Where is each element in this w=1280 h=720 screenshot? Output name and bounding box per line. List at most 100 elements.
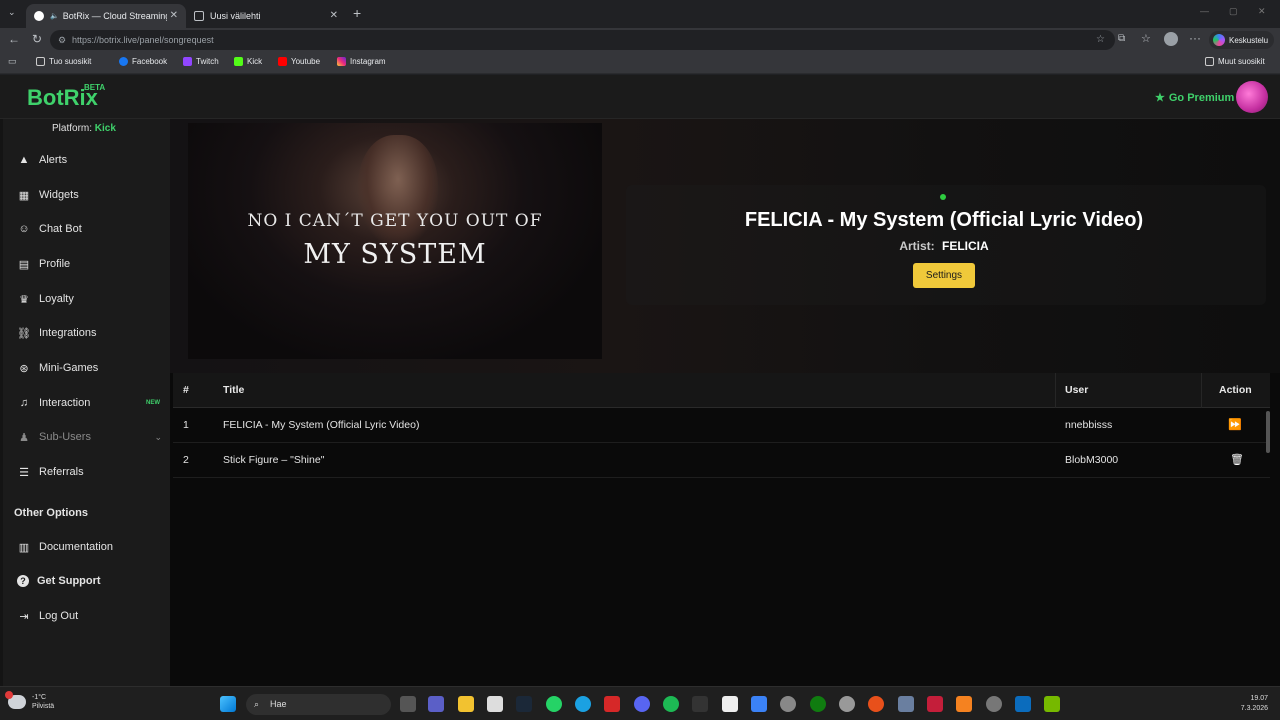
beta-badge: BETA: [84, 83, 106, 92]
app-blue-icon[interactable]: [1015, 696, 1031, 712]
github-icon[interactable]: [692, 696, 708, 712]
sidebar-item-integrations[interactable]: ⛓ Integrations: [3, 318, 170, 348]
menu-icon[interactable]: ···: [1189, 31, 1201, 45]
new-badge: NEW: [146, 400, 160, 406]
taskbar-search[interactable]: ⌕ Hae: [246, 694, 391, 715]
platform-indicator: Platform: Kick: [52, 123, 116, 134]
sidebar-item-documentation[interactable]: ▥ Documentation: [3, 532, 170, 562]
vlc-icon[interactable]: [956, 696, 972, 712]
whatsapp-icon[interactable]: [546, 696, 562, 712]
table-row: 2 Stick Figure – "Shine" BlobM3000 🗑: [173, 443, 1270, 478]
book-icon: ▥: [18, 541, 30, 554]
app-l-icon[interactable]: [604, 696, 620, 712]
artist-line: Artist: FELICIA: [626, 239, 1262, 253]
minimize-icon[interactable]: —: [1200, 6, 1209, 16]
tab-list-icon[interactable]: ⌄: [8, 7, 16, 18]
gamepad-icon: ⊛: [19, 362, 29, 375]
xbox-icon[interactable]: [810, 696, 826, 712]
system-clock[interactable]: 19.07 7.3.2026: [1234, 694, 1268, 714]
bookmark-twitch[interactable]: Twitch: [183, 57, 219, 66]
sidebar-item-sub-users[interactable]: ♟ Sub-Users ⌄: [3, 422, 170, 452]
column-header-user: User: [1065, 384, 1089, 396]
steelseries-icon[interactable]: [986, 696, 1002, 712]
cloud-icon: [5, 691, 26, 709]
edge-icon[interactable]: [575, 696, 591, 712]
url-field[interactable]: ⚙ https://botrix.live/panel/songrequest …: [50, 30, 1115, 50]
steam-icon[interactable]: [516, 696, 532, 712]
settings-gear-icon[interactable]: [780, 696, 796, 712]
bookmark-facebook[interactable]: Facebook: [119, 57, 167, 66]
scrollbar[interactable]: [1266, 411, 1270, 453]
skip-forward-icon[interactable]: ⏩: [1228, 418, 1242, 431]
mail-icon[interactable]: [751, 696, 767, 712]
top-navbar: BotRix BETA ★ Go Premium: [0, 75, 1280, 119]
chevron-down-icon: ⌄: [154, 431, 162, 442]
settings-button[interactable]: Settings: [913, 263, 975, 288]
bookmark-other[interactable]: Muut suosikit: [1205, 57, 1265, 66]
video-player[interactable]: NO I CAN´T GET YOU OUT OF MY SYSTEM: [188, 123, 602, 359]
trash-icon[interactable]: 🗑: [1230, 453, 1244, 466]
teams-icon[interactable]: [428, 696, 444, 712]
row-title: Stick Figure – "Shine": [223, 454, 325, 466]
sidebar-item-alerts[interactable]: ▲ Alerts: [3, 145, 170, 175]
sidebar-item-label: Mini-Games: [39, 362, 99, 374]
bookmark-youtube[interactable]: Youtube: [278, 57, 320, 66]
close-window-icon[interactable]: ✕: [1258, 6, 1266, 17]
tab-new[interactable]: Uusi välilehti ✕: [186, 4, 346, 28]
sidebar-item-label: Widgets: [39, 189, 79, 201]
sidebar-item-referrals[interactable]: ☰ Referrals: [3, 457, 170, 487]
clock-date: 7.3.2026: [1240, 705, 1268, 712]
app-orange-icon[interactable]: [868, 696, 884, 712]
sidebar-item-loyalty[interactable]: ♛ Loyalty: [3, 284, 170, 314]
weather-desc: Pilvistä: [32, 703, 55, 710]
avatar[interactable]: [1236, 81, 1268, 113]
profile-icon[interactable]: [1164, 32, 1178, 46]
favorites-icon[interactable]: ☆: [1141, 32, 1151, 45]
maximize-icon[interactable]: ▢: [1229, 6, 1238, 17]
sidebar-item-get-support[interactable]: ? Get Support: [3, 566, 170, 596]
bookmark-instagram[interactable]: Instagram: [337, 57, 386, 66]
star-icon[interactable]: ☆: [1096, 30, 1105, 50]
new-tab-favicon-icon: [194, 11, 204, 21]
go-premium-button[interactable]: ★ Go Premium: [1155, 91, 1234, 105]
logout-icon: ⇥: [19, 610, 29, 623]
app-gear-icon[interactable]: [898, 696, 914, 712]
close-tab-icon[interactable]: ✕: [170, 10, 178, 21]
obs-icon[interactable]: [839, 696, 855, 712]
sidebar-item-log-out[interactable]: ⇥ Log Out: [3, 601, 170, 631]
other-options-heading: Other Options: [14, 507, 88, 519]
row-number: 1: [183, 419, 189, 431]
sidebar-item-mini-games[interactable]: ⊛ Mini-Games: [3, 353, 170, 383]
discord-icon[interactable]: [634, 696, 650, 712]
notepad-icon[interactable]: [722, 696, 738, 712]
store-icon[interactable]: [487, 696, 503, 712]
id-card-icon: ▤: [18, 258, 30, 271]
sidebar-toggle-icon[interactable]: ▭: [8, 56, 17, 67]
windows-start-icon[interactable]: [220, 696, 236, 712]
close-tab-icon[interactable]: ✕: [330, 10, 338, 21]
nvidia-icon[interactable]: [1044, 696, 1060, 712]
app-red-icon[interactable]: [927, 696, 943, 712]
file-explorer-icon[interactable]: [458, 696, 474, 712]
bookmark-import[interactable]: Tuo suosikit: [36, 57, 91, 66]
tab-botrix[interactable]: 🔈 BotRix — Cloud Streaming Bo ✕: [26, 4, 186, 28]
sidebar-item-interaction[interactable]: ♫ Interaction NEW: [3, 388, 170, 418]
sidebar-item-chat-bot[interactable]: ☺ Chat Bot: [3, 214, 170, 244]
site-info-icon[interactable]: ⚙: [58, 30, 66, 50]
table-header: # Title User Action: [173, 373, 1270, 408]
spotify-icon[interactable]: [663, 696, 679, 712]
column-divider: [1055, 373, 1056, 408]
bookmarks-bar: ▭ Tuo suosikit Facebook Twitch Kick Yout…: [0, 52, 1280, 74]
weather-temp: -1°C: [32, 694, 47, 701]
task-view-icon[interactable]: [400, 696, 416, 712]
back-icon[interactable]: ←: [8, 32, 20, 46]
copilot-button[interactable]: Keskustelu: [1209, 31, 1274, 49]
weather-widget[interactable]: -1°C Pilvistä: [5, 691, 55, 711]
reload-icon[interactable]: ↻: [32, 32, 42, 46]
sidebar-item-widgets[interactable]: ▦ Widgets: [3, 180, 170, 210]
folder-icon: [1205, 57, 1214, 66]
new-tab-icon[interactable]: +: [353, 5, 361, 21]
sidebar-item-profile[interactable]: ▤ Profile: [3, 249, 170, 279]
bookmark-kick[interactable]: Kick: [234, 57, 262, 66]
extensions-icon[interactable]: ⧉: [1118, 33, 1125, 44]
